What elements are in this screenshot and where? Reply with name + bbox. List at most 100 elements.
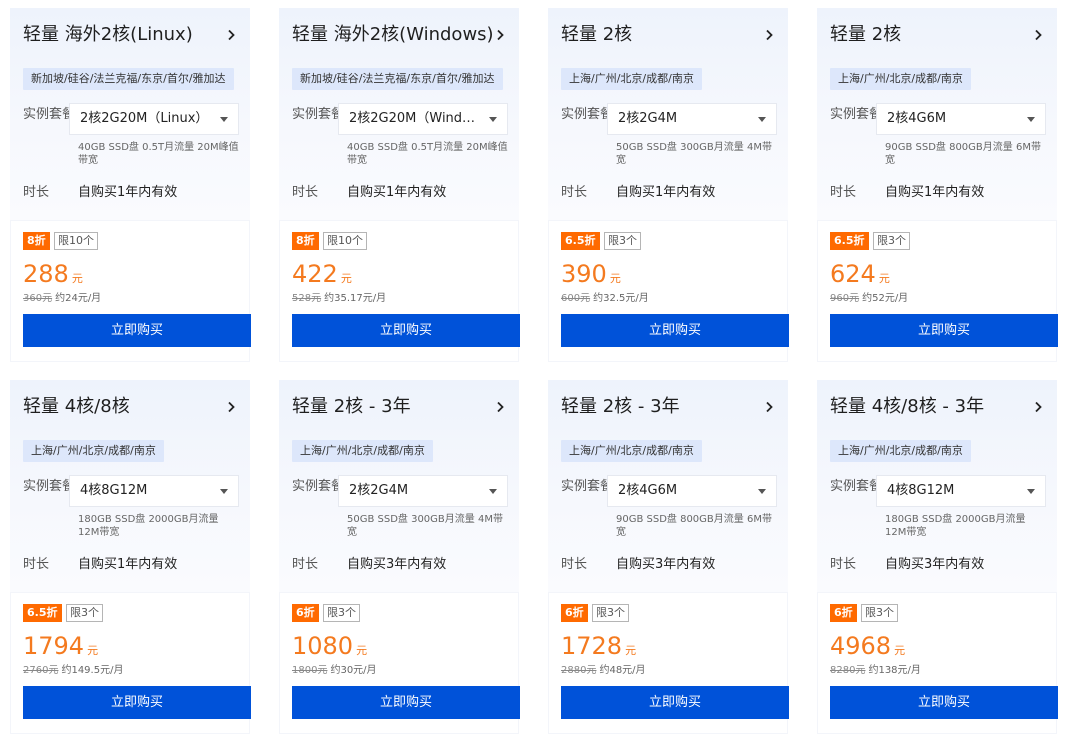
- duration-label: 时长: [561, 557, 588, 572]
- package-select[interactable]: 2核2G4M: [607, 103, 777, 135]
- discount-badge: 8折: [23, 232, 50, 250]
- duration-value: 自购买3年内有效: [347, 557, 447, 572]
- discount-badge: 6折: [292, 604, 319, 622]
- package-spec: 90GB SSD盘 800GB月流量 6M带宽: [616, 514, 772, 538]
- duration-value: 自购买1年内有效: [885, 185, 985, 200]
- package-spec: 90GB SSD盘 800GB月流量 6M带宽: [885, 142, 1041, 166]
- card-title[interactable]: 轻量 海外2核(Windows): [292, 22, 494, 48]
- price-unit: 元: [894, 644, 906, 657]
- original-price-line: 600元 约32.5元/月: [561, 292, 649, 306]
- original-price: 2880元: [561, 665, 597, 676]
- buy-now-button[interactable]: 立即购买: [292, 314, 520, 347]
- price: 1080 元: [292, 632, 367, 660]
- card-header-area: 轻量 2核 上海/广州/北京/成都/南京 实例套餐 2核2G4M 50GB SS…: [548, 8, 788, 220]
- limit-badge: 限10个: [54, 232, 98, 250]
- chevron-right-icon[interactable]: [494, 29, 506, 41]
- limit-badge: 限10个: [323, 232, 367, 250]
- card-title[interactable]: 轻量 2核: [561, 22, 632, 48]
- caret-down-icon: [220, 489, 228, 494]
- package-select-value: 2核2G4M: [618, 111, 678, 126]
- chevron-right-icon[interactable]: [225, 29, 237, 41]
- package-spec: 180GB SSD盘 2000GB月流量 12M带宽: [78, 514, 219, 538]
- card-title[interactable]: 轻量 2核: [830, 22, 901, 48]
- chevron-right-icon[interactable]: [1032, 401, 1044, 413]
- card-title[interactable]: 轻量 2核 - 3年: [292, 394, 411, 420]
- monthly-price: 约48元/月: [599, 665, 646, 676]
- buy-now-button[interactable]: 立即购买: [561, 686, 789, 719]
- package-label: 实例套餐: [23, 479, 76, 494]
- package-select-value: 2核2G20M（Windows）: [349, 111, 481, 126]
- price-unit: 元: [71, 272, 83, 285]
- card-header-area: 轻量 海外2核(Windows) 新加坡/硅谷/法兰克福/东京/首尔/雅加达 实…: [279, 8, 519, 220]
- package-select[interactable]: 2核2G20M（Windows）: [338, 103, 508, 135]
- card-title[interactable]: 轻量 4核/8核 - 3年: [830, 394, 984, 420]
- package-select-value: 4核8G12M: [80, 483, 148, 498]
- discount-badge: 6.5折: [561, 232, 600, 250]
- price: 4968 元: [830, 632, 905, 660]
- caret-down-icon: [758, 117, 766, 122]
- region-tag: 上海/广州/北京/成都/南京: [23, 440, 164, 462]
- monthly-price: 约149.5元/月: [61, 665, 124, 676]
- buy-now-button[interactable]: 立即购买: [23, 686, 251, 719]
- monthly-price: 约24元/月: [55, 293, 102, 304]
- product-grid: 轻量 海外2核(Linux) 新加坡/硅谷/法兰克福/东京/首尔/雅加达 实例套…: [0, 0, 1084, 740]
- duration-label: 时长: [292, 557, 319, 572]
- package-select[interactable]: 2核2G4M: [338, 475, 508, 507]
- chevron-right-icon[interactable]: [494, 401, 506, 413]
- product-card-7: 轻量 2核 - 3年 上海/广州/北京/成都/南京 实例套餐 2核4G6M 90…: [548, 380, 789, 734]
- chevron-right-icon[interactable]: [1032, 29, 1044, 41]
- package-select[interactable]: 2核4G6M: [607, 475, 777, 507]
- product-card-8: 轻量 4核/8核 - 3年 上海/广州/北京/成都/南京 实例套餐 4核8G12…: [817, 380, 1058, 734]
- duration-value: 自购买1年内有效: [616, 185, 716, 200]
- price: 422 元: [292, 260, 352, 288]
- package-select[interactable]: 4核8G12M: [69, 475, 239, 507]
- package-spec: 180GB SSD盘 2000GB月流量 12M带宽: [885, 514, 1026, 538]
- original-price: 600元: [561, 293, 591, 304]
- price-unit: 元: [356, 644, 368, 657]
- original-price-line: 1800元 约30元/月: [292, 664, 377, 678]
- region-tag: 上海/广州/北京/成都/南京: [561, 68, 702, 90]
- price: 288 元: [23, 260, 83, 288]
- region-tag: 新加坡/硅谷/法兰克福/东京/首尔/雅加达: [292, 68, 503, 90]
- original-price-line: 2880元 约48元/月: [561, 664, 646, 678]
- buy-now-button[interactable]: 立即购买: [292, 686, 520, 719]
- limit-badge: 限3个: [873, 232, 910, 250]
- package-spec: 40GB SSD盘 0.5T月流量 20M峰值带宽: [78, 142, 239, 166]
- package-select[interactable]: 2核2G20M（Linux）: [69, 103, 239, 135]
- buy-now-button[interactable]: 立即购买: [830, 314, 1058, 347]
- buy-now-button[interactable]: 立即购买: [23, 314, 251, 347]
- buy-now-button[interactable]: 立即购买: [561, 314, 789, 347]
- card-title[interactable]: 轻量 4核/8核: [23, 394, 130, 420]
- chevron-right-icon[interactable]: [225, 401, 237, 413]
- price: 1728 元: [561, 632, 636, 660]
- duration-value: 自购买3年内有效: [616, 557, 716, 572]
- duration-label: 时长: [830, 557, 857, 572]
- monthly-price: 约30元/月: [330, 665, 377, 676]
- original-price: 8280元: [830, 665, 866, 676]
- original-price: 1800元: [292, 665, 328, 676]
- duration-label: 时长: [23, 185, 50, 200]
- duration-value: 自购买1年内有效: [347, 185, 447, 200]
- price: 1794 元: [23, 632, 98, 660]
- price-value: 390: [561, 260, 607, 288]
- package-select[interactable]: 4核8G12M: [876, 475, 1046, 507]
- original-price-line: 528元 约35.17元/月: [292, 292, 386, 306]
- package-select[interactable]: 2核4G6M: [876, 103, 1046, 135]
- card-title[interactable]: 轻量 2核 - 3年: [561, 394, 680, 420]
- caret-down-icon: [1027, 489, 1035, 494]
- region-tag: 新加坡/硅谷/法兰克福/东京/首尔/雅加达: [23, 68, 234, 90]
- chevron-right-icon[interactable]: [763, 29, 775, 41]
- package-label: 实例套餐: [292, 479, 345, 494]
- chevron-right-icon[interactable]: [763, 401, 775, 413]
- original-price: 2760元: [23, 665, 59, 676]
- discount-badge: 8折: [292, 232, 319, 250]
- card-title[interactable]: 轻量 海外2核(Linux): [23, 22, 193, 48]
- monthly-price: 约35.17元/月: [324, 293, 387, 304]
- duration-label: 时长: [561, 185, 588, 200]
- package-spec: 40GB SSD盘 0.5T月流量 20M峰值带宽: [347, 142, 508, 166]
- buy-now-button[interactable]: 立即购买: [830, 686, 1058, 719]
- package-select-value: 2核4G6M: [887, 111, 947, 126]
- duration-label: 时长: [23, 557, 50, 572]
- price-unit: 元: [878, 272, 890, 285]
- original-price-line: 960元 约52元/月: [830, 292, 908, 306]
